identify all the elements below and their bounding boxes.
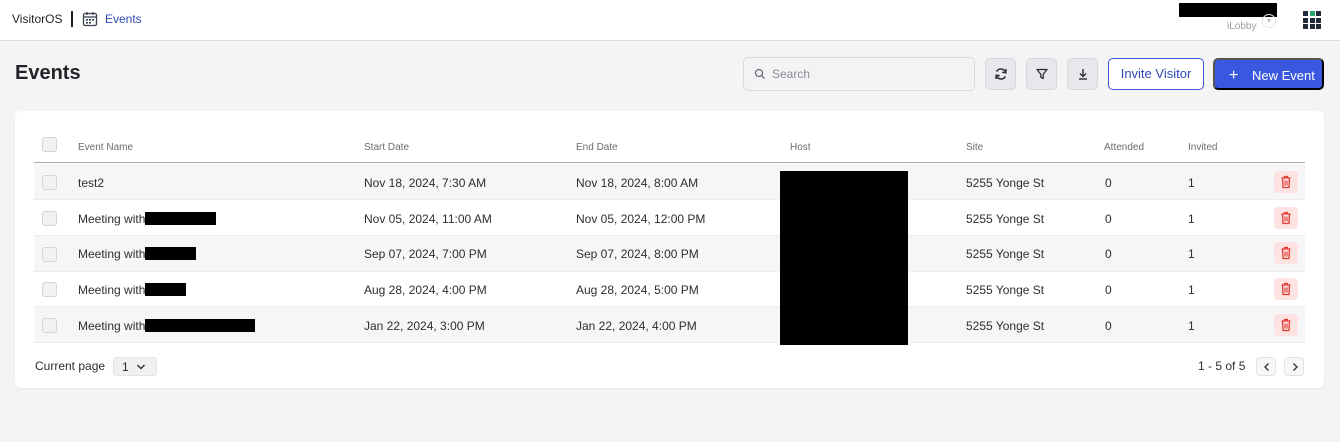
row-checkbox[interactable] (42, 211, 57, 226)
delete-button[interactable] (1274, 278, 1298, 300)
redacted-name (145, 212, 217, 225)
invited-count: 1 (1188, 212, 1195, 226)
page-select-value: 1 (122, 360, 129, 374)
header-invited[interactable]: Invited (1188, 142, 1217, 153)
header-end-date[interactable]: End Date (576, 142, 618, 153)
select-all-checkbox[interactable] (42, 137, 57, 152)
user-name-redacted[interactable] (1179, 3, 1277, 17)
breadcrumb-events[interactable]: Events (105, 12, 142, 26)
filter-icon (1036, 68, 1048, 80)
calendar-icon (82, 12, 98, 27)
plus-icon: + (1229, 67, 1239, 84)
row-checkbox[interactable] (42, 318, 57, 333)
invited-count: 1 (1188, 247, 1195, 261)
end-date: Nov 18, 2024, 8:00 AM (576, 176, 699, 190)
event-name[interactable]: Meeting with (78, 212, 217, 226)
delete-button[interactable] (1274, 171, 1298, 193)
filter-button[interactable] (1026, 58, 1057, 90)
attended-count: 0 (1105, 176, 1112, 190)
download-icon (1079, 69, 1087, 80)
redacted-name (145, 319, 256, 332)
start-date: Nov 05, 2024, 11:00 AM (364, 212, 492, 226)
event-name-text: Meeting with (78, 283, 146, 297)
event-name-text: Meeting with (78, 212, 146, 226)
start-date: Nov 18, 2024, 7:30 AM (364, 176, 487, 190)
app-grid-icon[interactable] (1303, 11, 1321, 29)
redacted-name (145, 283, 187, 296)
brand-name[interactable]: VisitorOS (12, 12, 62, 26)
row-checkbox[interactable] (42, 175, 57, 190)
search-input[interactable] (772, 58, 968, 90)
current-page-label: Current page (35, 359, 106, 373)
header-event-name[interactable]: Event Name (78, 142, 133, 153)
start-date: Sep 07, 2024, 7:00 PM (364, 247, 487, 261)
header-attended[interactable]: Attended (1104, 142, 1144, 153)
header-start-date[interactable]: Start Date (364, 142, 409, 153)
site: 5255 Yonge St (966, 247, 1045, 261)
refresh-icon (995, 68, 1007, 80)
event-name-text: Meeting with (78, 247, 146, 261)
new-event-label: New Event (1252, 68, 1315, 83)
delete-button[interactable] (1274, 242, 1298, 264)
download-button[interactable] (1067, 58, 1098, 90)
chevron-down-icon (137, 364, 145, 370)
row-checkbox[interactable] (42, 247, 57, 262)
event-name[interactable]: Meeting with (78, 319, 256, 333)
chevron-right-icon (1293, 363, 1298, 371)
attended-count: 0 (1105, 212, 1112, 226)
page-title: Events (15, 62, 81, 84)
event-name-text: Meeting with (78, 319, 146, 333)
invite-visitor-button[interactable]: Invite Visitor (1108, 58, 1204, 90)
event-name[interactable]: Meeting with (78, 283, 187, 297)
site: 5255 Yonge St (966, 212, 1045, 226)
event-name-text: test2 (78, 176, 105, 190)
search-icon (754, 68, 765, 79)
pagination-range: 1 - 5 of 5 (1198, 359, 1246, 373)
start-date: Jan 22, 2024, 3:00 PM (364, 319, 485, 333)
site: 5255 Yonge St (966, 176, 1045, 190)
end-date: Aug 28, 2024, 5:00 PM (576, 283, 699, 297)
chevron-left-icon (1264, 363, 1269, 371)
next-page-button[interactable] (1284, 357, 1304, 376)
trash-icon (1281, 211, 1291, 225)
breadcrumb-divider (71, 11, 73, 27)
prev-page-button[interactable] (1256, 357, 1276, 376)
header-host[interactable]: Host (790, 142, 811, 153)
trash-icon (1281, 318, 1291, 332)
redacted-name (145, 247, 197, 260)
host-column-redacted (780, 171, 908, 345)
organization-name: iLobby (1227, 21, 1257, 32)
end-date: Nov 05, 2024, 12:00 PM (576, 212, 706, 226)
delete-button[interactable] (1274, 207, 1298, 229)
event-name[interactable]: test2 (78, 176, 104, 190)
page-select[interactable]: 1 (113, 357, 157, 376)
table-header-divider (34, 162, 1305, 163)
attended-count: 0 (1105, 283, 1112, 297)
delete-button[interactable] (1274, 314, 1298, 336)
new-event-button[interactable]: + New Event (1213, 58, 1324, 90)
invited-count: 1 (1188, 176, 1195, 190)
site: 5255 Yonge St (966, 283, 1045, 297)
trash-icon (1281, 175, 1291, 189)
site: 5255 Yonge St (966, 319, 1045, 333)
end-date: Sep 07, 2024, 8:00 PM (576, 247, 699, 261)
row-checkbox[interactable] (42, 282, 57, 297)
trash-icon (1281, 246, 1291, 260)
end-date: Jan 22, 2024, 4:00 PM (576, 319, 697, 333)
attended-count: 0 (1105, 247, 1112, 261)
event-name[interactable]: Meeting with (78, 247, 197, 261)
start-date: Aug 28, 2024, 4:00 PM (364, 283, 487, 297)
top-bar: VisitorOS Events iLobby ▾ (0, 0, 1340, 41)
search-box[interactable] (743, 57, 975, 91)
header-site[interactable]: Site (966, 142, 983, 153)
trash-icon (1281, 282, 1291, 296)
invited-count: 1 (1188, 319, 1195, 333)
attended-count: 0 (1105, 319, 1112, 333)
chevron-down-icon[interactable]: ▾ (1262, 14, 1276, 28)
invited-count: 1 (1188, 283, 1195, 297)
refresh-button[interactable] (985, 58, 1016, 90)
